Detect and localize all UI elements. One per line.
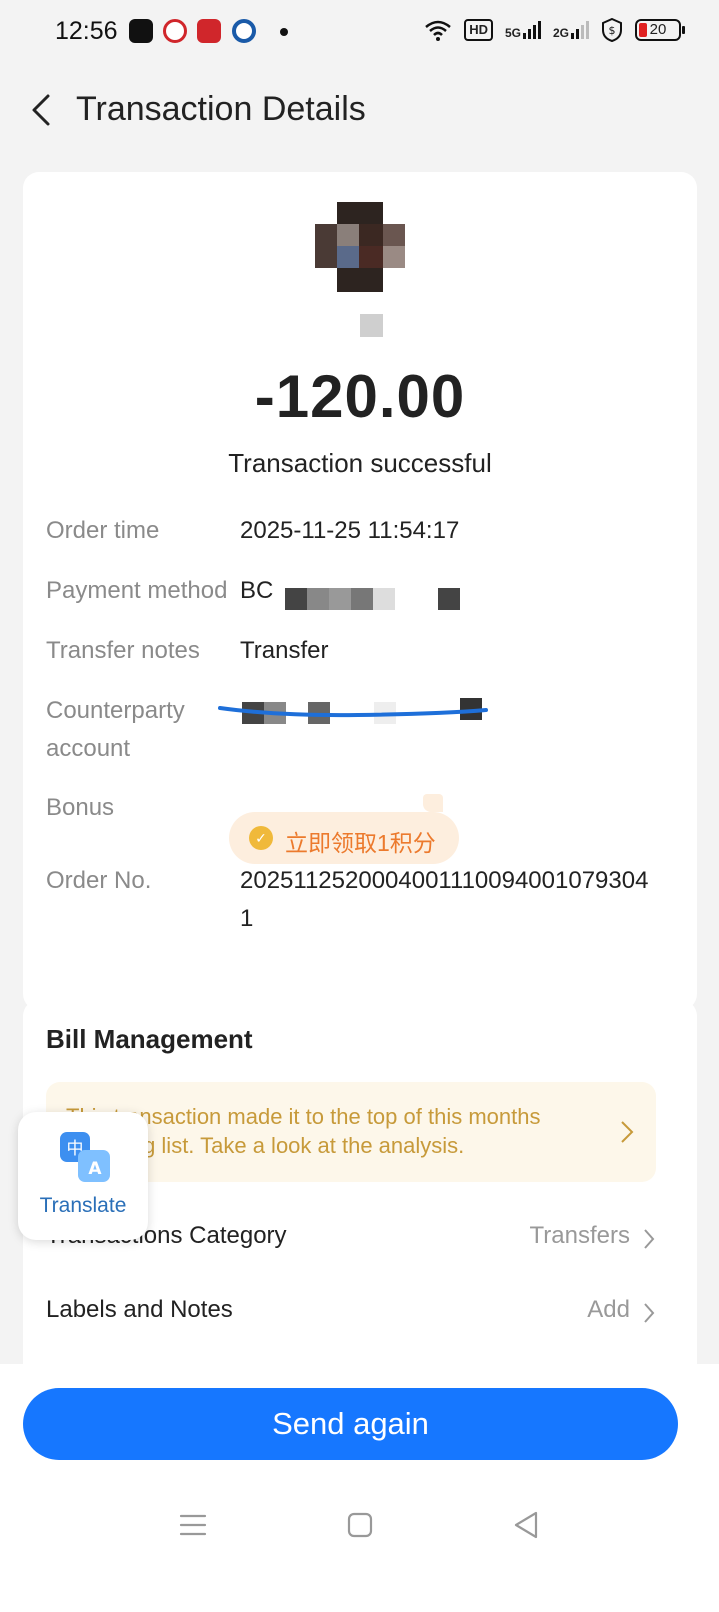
signal-2g-icon: 2G xyxy=(553,21,589,39)
send-again-button[interactable]: Send again xyxy=(23,1388,678,1460)
labels-notes-row[interactable]: Labels and Notes Add xyxy=(46,1296,656,1336)
bill-management-title: Bill Management xyxy=(46,1024,253,1054)
transactions-category-value: Transfers xyxy=(529,1222,630,1249)
payment-method-redacted xyxy=(438,588,460,610)
highlight-underline xyxy=(218,706,488,718)
svg-text:$: $ xyxy=(609,24,616,37)
back-triangle-icon[interactable] xyxy=(512,1510,542,1540)
labels-notes-label: Labels and Notes xyxy=(46,1296,233,1323)
amount: -120.00 xyxy=(254,363,466,430)
notification-dot-icon xyxy=(280,28,288,36)
page-title: Transaction Details xyxy=(76,90,366,128)
translate-float-button[interactable]: 中 A Translate xyxy=(18,1112,148,1240)
order-no-value: 2025112520004001110094001079304 1 xyxy=(240,867,649,932)
bonus-chip[interactable]: ✓ 立即领取1积分 xyxy=(229,812,459,864)
ccb-app-icon xyxy=(232,19,256,43)
bonus-label: Bonus xyxy=(46,794,115,821)
payment-method-redacted xyxy=(285,588,307,610)
payment-method-label: Payment method xyxy=(46,577,228,604)
home-square-icon[interactable] xyxy=(345,1510,375,1540)
translate-label: Translate xyxy=(39,1194,127,1217)
security-shield-icon: $ xyxy=(602,18,622,42)
status-time: 12:56 xyxy=(55,17,118,45)
counterparty-avatar xyxy=(315,202,405,292)
payment-method-redacted xyxy=(329,588,351,610)
netease-app-icon xyxy=(197,19,221,43)
points-coin-icon: ✓ xyxy=(249,826,273,850)
chevron-right-icon xyxy=(621,1121,634,1143)
bonus-chip-label: 立即领取1积分 xyxy=(285,830,436,856)
wifi-icon xyxy=(425,20,451,41)
transaction-status: Transaction successful xyxy=(228,448,492,478)
chevron-right-icon xyxy=(644,1229,655,1249)
order-time-value: 2025-11-25 11:54:17 xyxy=(240,517,460,544)
labels-notes-value: Add xyxy=(587,1296,630,1323)
counterparty-label: Counterparty account xyxy=(46,697,185,762)
signal-5g-icon: 5G xyxy=(505,21,541,39)
order-no-label: Order No. xyxy=(46,867,152,894)
payment-method-redacted xyxy=(351,588,373,610)
bank-app-icon xyxy=(163,19,187,43)
battery-icon: 20 xyxy=(635,19,685,41)
order-time-label: Order time xyxy=(46,517,160,544)
translate-icon: 中 A xyxy=(60,1132,110,1182)
chevron-right-icon xyxy=(644,1303,655,1323)
menu-icon[interactable] xyxy=(178,1510,208,1540)
transfer-notes-value: Transfer xyxy=(240,637,329,664)
hd-voice-icon: HD xyxy=(464,19,493,41)
svg-text:A: A xyxy=(88,1159,102,1179)
tiktok-icon xyxy=(129,19,153,43)
transaction-card: -120.00 Transaction successful Order tim… xyxy=(23,172,697,1010)
payment-method-redacted xyxy=(307,588,329,610)
svg-text:中: 中 xyxy=(67,1139,84,1159)
bonus-chip-tail xyxy=(423,794,443,812)
back-arrow-icon[interactable] xyxy=(24,90,64,130)
transfer-notes-label: Transfer notes xyxy=(46,637,200,664)
header: Transaction Details xyxy=(0,74,719,148)
counterparty-name-redacted xyxy=(360,314,383,337)
status-bar: 12:56 HD 5G 2G $ 20 xyxy=(0,0,719,64)
payment-method-redacted xyxy=(373,588,395,610)
